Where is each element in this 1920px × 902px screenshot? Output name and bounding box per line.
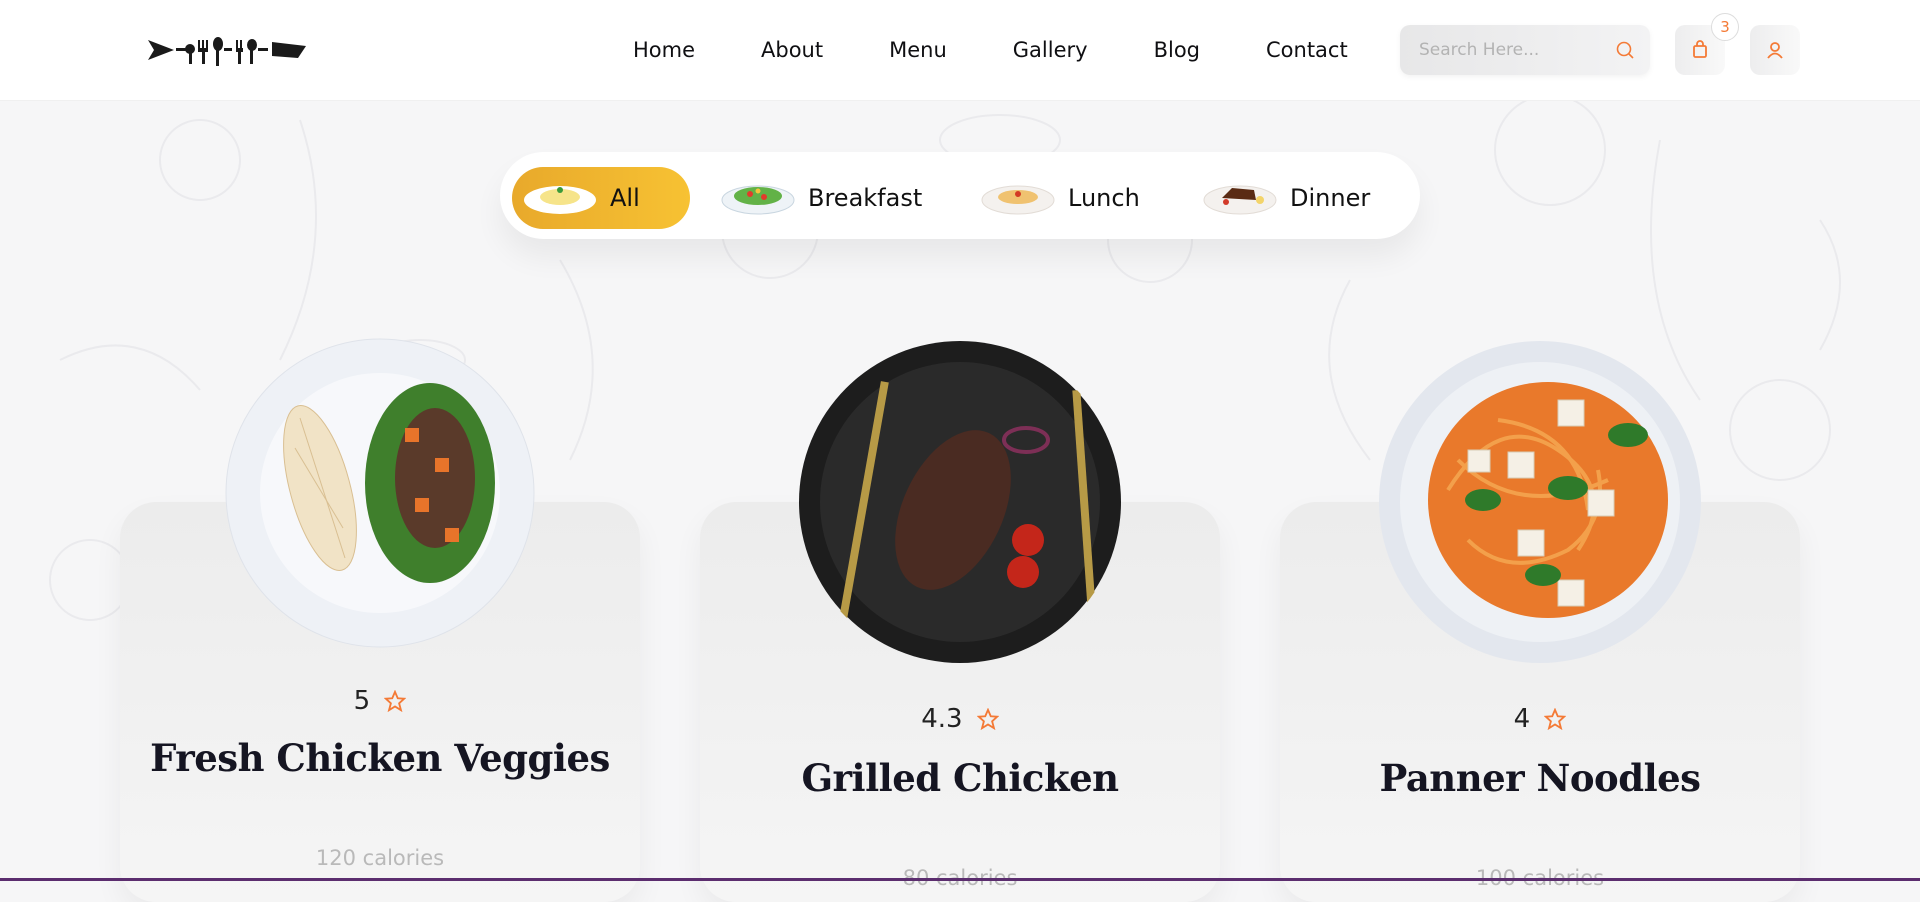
cart-count-badge: 3 xyxy=(1711,13,1739,41)
filter-breakfast-label: Breakfast xyxy=(808,184,923,212)
bag-icon xyxy=(1693,40,1707,58)
search-icon[interactable] xyxy=(1614,39,1636,61)
filter-all-label: All xyxy=(610,184,640,212)
dish-title: Panner Noodles xyxy=(1379,756,1702,800)
star-icon xyxy=(384,689,407,713)
user-icon xyxy=(1767,42,1783,59)
dish-image-grilled-chicken xyxy=(799,341,1121,663)
rating: 5 xyxy=(120,686,640,716)
star-icon xyxy=(976,707,1000,731)
calories-text: 120 calories xyxy=(315,846,445,870)
main-nav: Home About Menu Gallery Blog Contact xyxy=(600,0,1381,100)
top-header: Home About Menu Gallery Blog Contact Sea… xyxy=(0,0,1920,101)
search-input[interactable]: Search Here... xyxy=(1400,25,1650,75)
filter-dinner[interactable]: Dinner xyxy=(1192,167,1402,229)
dish-title: Grilled Chicken xyxy=(801,756,1119,800)
filter-lunch[interactable]: Lunch xyxy=(970,167,1170,229)
logo-cutlery-icon[interactable] xyxy=(148,32,306,68)
dish-breakfast-icon xyxy=(721,185,795,215)
rating: 4 xyxy=(1280,704,1800,734)
category-filter-bar: All Breakfast Lunch Dinner xyxy=(500,152,1420,239)
filter-lunch-label: Lunch xyxy=(1068,184,1140,212)
search-placeholder: Search Here... xyxy=(1419,40,1540,60)
nav-blog[interactable]: Blog xyxy=(1154,38,1200,62)
dish-all-icon xyxy=(524,186,596,214)
user-button[interactable] xyxy=(1750,25,1800,75)
dish-image-fresh-chicken-veggies xyxy=(225,338,535,648)
nav-home[interactable]: Home xyxy=(633,38,695,62)
dish-image-panner-noodles xyxy=(1379,341,1701,663)
dish-dinner-icon xyxy=(1203,185,1277,215)
filter-all[interactable]: All xyxy=(512,167,690,229)
filter-breakfast[interactable]: Breakfast xyxy=(710,167,940,229)
dish-title: Fresh Chicken Veggies xyxy=(150,736,610,780)
star-icon xyxy=(1544,707,1567,731)
dish-lunch-icon xyxy=(981,185,1055,215)
rating: 4.3 xyxy=(700,704,1220,734)
nav-about[interactable]: About xyxy=(761,38,823,62)
nav-contact[interactable]: Contact xyxy=(1266,38,1348,62)
nav-menu[interactable]: Menu xyxy=(889,38,947,62)
nav-gallery[interactable]: Gallery xyxy=(1013,38,1088,62)
filter-dinner-label: Dinner xyxy=(1290,184,1371,212)
